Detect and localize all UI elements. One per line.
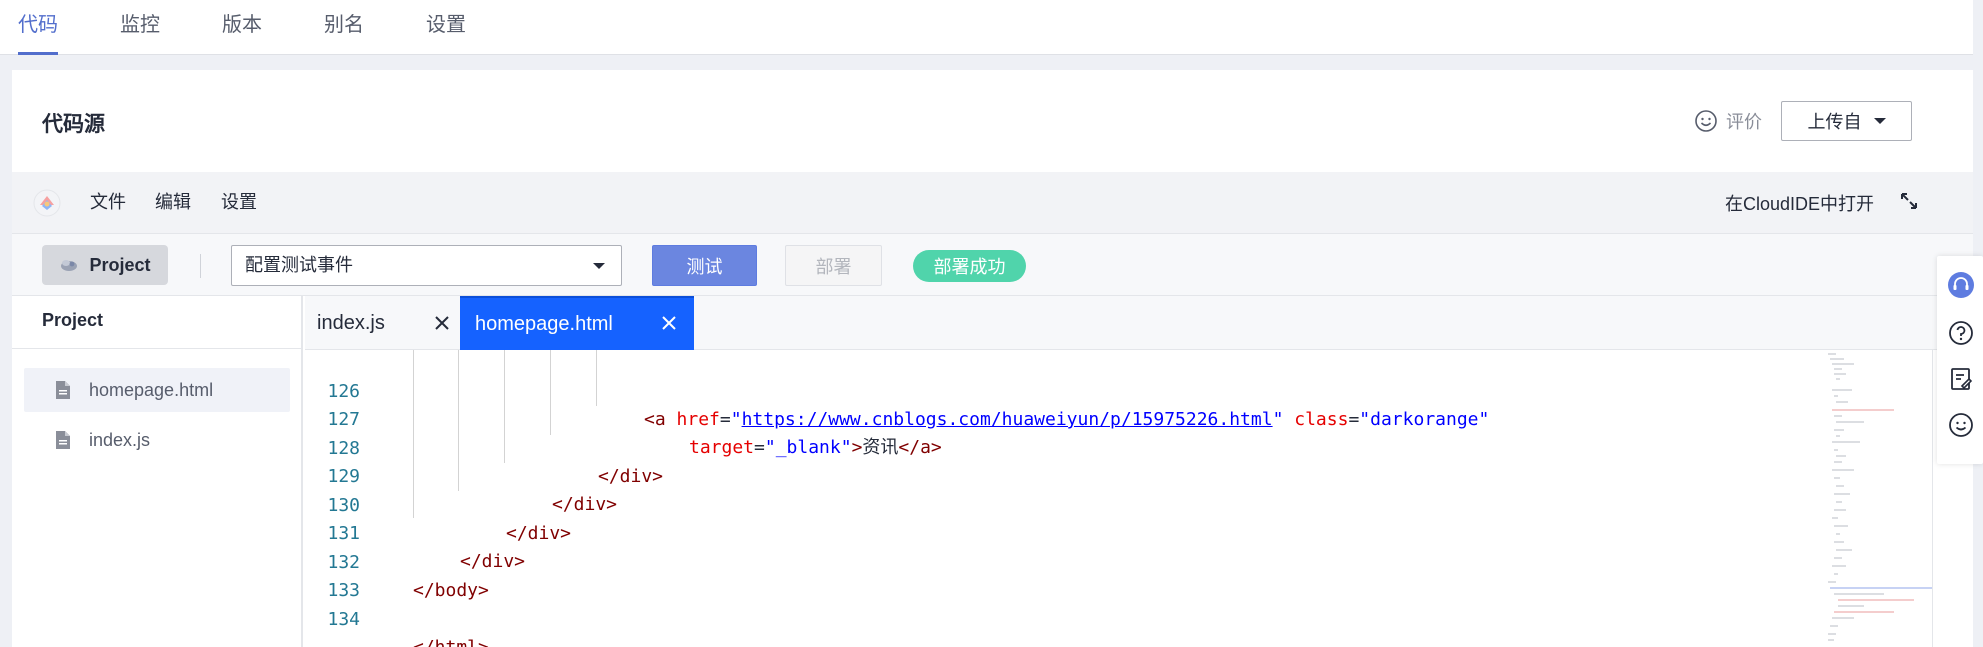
line-text: </div> [552, 494, 618, 515]
open-in-cloudide-link[interactable]: 在CloudIDE中打开 [1725, 190, 1874, 216]
tab-version[interactable]: 版本 [222, 0, 262, 55]
rate-label: 评价 [1726, 112, 1762, 132]
menu-file[interactable]: 文件 [90, 188, 126, 214]
top-tab-bar: 代码 监控 版本 别名 设置 [0, 0, 1973, 55]
line-text: <a href="https://www.cnblogs.com/huaweiy… [644, 406, 1489, 434]
line-text: </html> [413, 634, 489, 647]
headset-icon[interactable] [1948, 272, 1974, 298]
editor-tab-index-js[interactable]: index.js [305, 296, 458, 350]
tab-code[interactable]: 代码 [18, 0, 58, 55]
file-name: index.js [89, 429, 151, 450]
line-text: </div> [598, 466, 664, 487]
editor-tabs: index.js homepage.html [305, 296, 1973, 350]
explorer-title: Project [42, 310, 104, 330]
code-token: class [1283, 409, 1349, 430]
deploy-status-badge: 部署成功 [913, 250, 1026, 282]
indent-guide [596, 350, 597, 406]
toolbar-divider [200, 254, 201, 278]
project-button[interactable]: Project [42, 245, 168, 285]
code-line: 134 </html> [305, 578, 488, 647]
code-link[interactable]: https://www.cnblogs.com/huaweiyun/p/1597… [742, 409, 1273, 430]
menu-edit[interactable]: 编辑 [155, 188, 191, 214]
code-minimap[interactable] [1824, 350, 1932, 647]
line-text: </body> [413, 580, 489, 601]
indent-guide [458, 350, 459, 491]
code-token: = [1348, 409, 1360, 430]
menu-settings[interactable]: 设置 [221, 188, 257, 214]
page-title: 代码源 [42, 113, 105, 136]
explorer-divider [12, 348, 301, 349]
test-event-value: 配置测试事件 [245, 255, 353, 275]
indent-guide [413, 350, 414, 518]
code-editor[interactable]: 126 <a href="https://www.cnblogs.com/hua… [305, 350, 1932, 647]
deploy-button[interactable]: 部署 [785, 245, 882, 286]
code-line: 126 <a href="https://www.cnblogs.com/hua… [305, 350, 1489, 430]
code-token: > [851, 437, 863, 458]
tab-alias[interactable]: 别名 [324, 0, 364, 55]
file-item-homepage[interactable]: homepage.html [24, 368, 290, 412]
chevron-down-icon [593, 263, 605, 269]
ide-panel: 文件 编辑 设置 在CloudIDE中打开 Project 配置测试事件 测试 … [12, 172, 1973, 647]
code-line: 127 target="_blank">资讯</a> [305, 378, 941, 458]
file-item-index[interactable]: index.js [24, 418, 290, 462]
code-token: " [730, 409, 742, 430]
code-line: 130 </div> [305, 464, 571, 544]
tab-label: homepage.html [475, 312, 613, 335]
upload-from-dropdown[interactable]: 上传自 [1781, 101, 1912, 141]
upload-label: 上传自 [1807, 112, 1862, 132]
smile-icon [1695, 110, 1717, 132]
cloudide-logo-icon [33, 189, 61, 217]
code-token: href [665, 409, 720, 430]
file-icon [56, 381, 70, 399]
code-source-card: 代码源 评价 上传自 文件 编辑 设置 在CloudIDE中打开 Project… [12, 70, 1973, 647]
indent-guide [550, 350, 551, 435]
emoji-icon[interactable] [1948, 412, 1974, 438]
floating-help-toolbar [1937, 256, 1983, 464]
code-token: target [689, 437, 755, 458]
minimap-scrollbar[interactable] [1932, 350, 1933, 647]
test-button[interactable]: 测试 [652, 245, 757, 286]
project-explorer: Project homepage.html index.js [12, 296, 303, 647]
code-line: 133 [305, 549, 392, 601]
code-token: 资讯 [862, 437, 899, 458]
ide-toolbar: Project 配置测试事件 测试 部署 部署成功 [12, 234, 1973, 296]
code-token: " [1272, 409, 1284, 430]
file-icon [56, 431, 70, 449]
code-token: </a> [898, 437, 942, 458]
line-text: </div> [506, 523, 572, 544]
close-icon[interactable] [434, 315, 450, 331]
indent-guide [504, 350, 505, 463]
expand-icon[interactable] [1898, 190, 1920, 212]
tab-monitor[interactable]: 监控 [120, 0, 160, 55]
rate-button[interactable]: 评价 [1694, 106, 1762, 136]
tab-label: index.js [317, 311, 385, 334]
code-token: = [719, 409, 731, 430]
help-icon[interactable] [1948, 320, 1974, 346]
file-name: homepage.html [89, 379, 214, 400]
test-event-select[interactable]: 配置测试事件 [231, 245, 622, 286]
feedback-icon[interactable] [1948, 366, 1974, 392]
project-label: Project [89, 254, 151, 275]
code-token: "darkorange" [1359, 409, 1490, 430]
line-text: target="_blank">资讯</a> [689, 434, 942, 462]
code-token: = [754, 437, 765, 458]
code-line: 129 </div> [305, 435, 617, 515]
project-icon [61, 260, 78, 271]
line-number: 134 [327, 609, 360, 630]
code-token: "_blank" [764, 437, 852, 458]
chevron-down-icon [1873, 118, 1886, 124]
editor-tab-homepage-html[interactable]: homepage.html [460, 296, 694, 350]
code-token: <a [644, 409, 666, 430]
code-line: 131 </div> [305, 492, 525, 572]
line-text: </div> [460, 551, 526, 572]
close-icon[interactable] [661, 315, 677, 331]
tab-settings[interactable]: 设置 [426, 0, 466, 55]
code-line: 128 </div> [305, 407, 663, 487]
code-line: 132 </body> [305, 521, 488, 601]
ide-menubar: 文件 编辑 设置 在CloudIDE中打开 [12, 172, 1973, 234]
